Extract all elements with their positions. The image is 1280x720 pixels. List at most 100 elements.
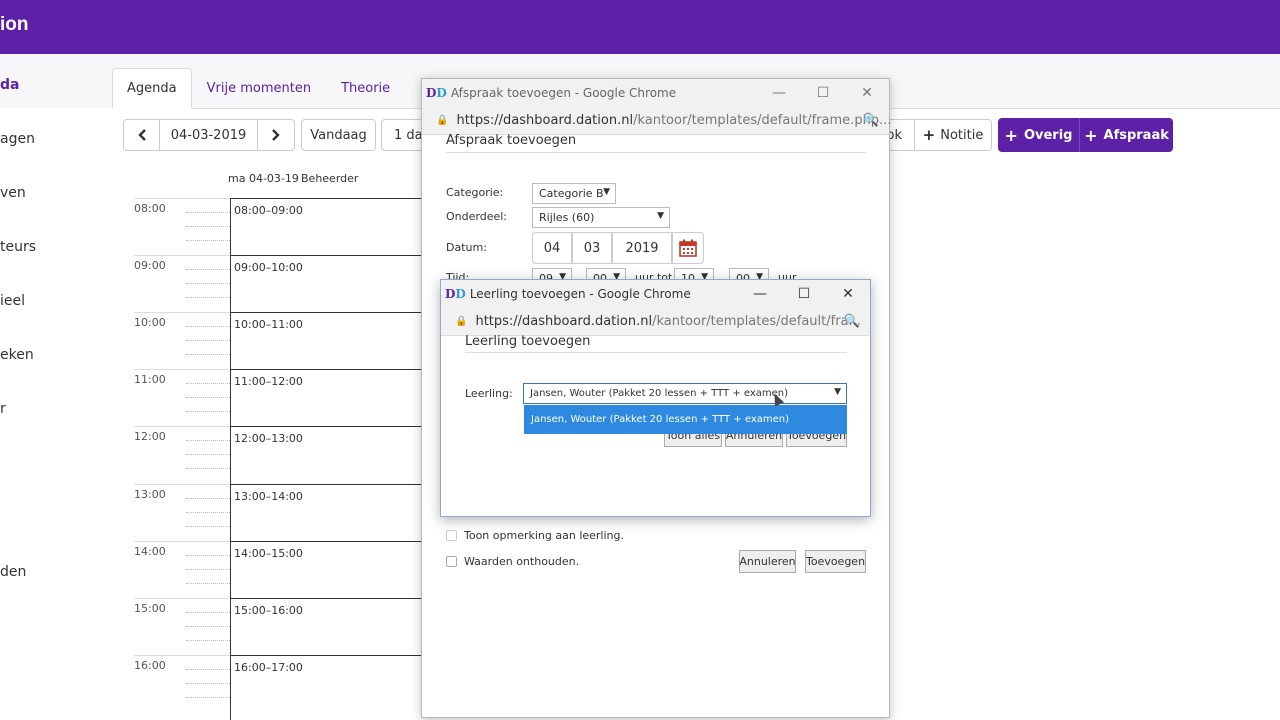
appointment-button[interactable]: + Afspraak <box>1079 118 1173 152</box>
hour-label: 16:00 <box>134 659 166 672</box>
part-select[interactable]: Rijles (60) ▼ <box>532 207 670 228</box>
hour-row: 15:00 15:00–16:00 <box>134 598 422 655</box>
window-title: Afspraak toevoegen - Google Chrome <box>450 86 677 100</box>
hour-row: 14:00 14:00–15:00 <box>134 541 422 598</box>
hour-label: 13:00 <box>134 488 166 501</box>
date-label: Datum: <box>446 241 487 254</box>
plus-icon: + <box>1004 125 1018 145</box>
other-button[interactable]: + Overig <box>998 118 1079 152</box>
date-day-input[interactable]: 04 <box>532 232 572 264</box>
category-label: Categorie: <box>446 186 504 199</box>
maximize-icon[interactable]: ☐ <box>801 79 845 107</box>
dropdown-option-student[interactable]: Jansen, Wouter (Pakket 20 lessen + TTT +… <box>524 405 847 434</box>
sidebar-item-5[interactable]: ieel <box>0 293 25 309</box>
time-slot[interactable]: 14:00–15:00 <box>234 547 303 560</box>
sidebar-item-2[interactable]: agen <box>0 131 35 147</box>
chevron-right-icon <box>272 129 280 141</box>
close-icon[interactable]: ✕ <box>826 280 870 308</box>
hour-row: 11:00 11:00–12:00 <box>134 369 422 426</box>
category-select[interactable]: Categorie B ▼ <box>532 183 616 204</box>
tab-bar: Agenda Vrije momenten Theorie Ex <box>112 68 451 109</box>
minimize-icon[interactable]: — <box>757 79 801 107</box>
window-titlebar[interactable]: DD Afspraak toevoegen - Google Chrome — … <box>422 79 889 107</box>
prev-day-button[interactable] <box>123 119 160 151</box>
show-remark-label: Toon opmerking aan leerling. <box>464 529 624 542</box>
tab-vrije-momenten[interactable]: Vrije momenten <box>192 68 326 109</box>
address-bar[interactable]: 🔒 https://dashboard.dation.nl /kantoor/t… <box>422 107 892 135</box>
plus-icon: + <box>922 126 936 144</box>
hour-label: 12:00 <box>134 430 166 443</box>
hour-label: 10:00 <box>134 316 166 329</box>
sidebar-item-8[interactable]: den <box>0 564 26 580</box>
hour-row: 12:00 12:00–13:00 <box>134 426 422 483</box>
date-year-input[interactable]: 2019 <box>612 232 672 264</box>
caret-down-icon: ▼ <box>603 187 610 197</box>
url-path: /kantoor/templates/default/fra... <box>652 314 861 329</box>
note-label: Notitie <box>940 127 984 143</box>
caret-down-icon: ▼ <box>834 387 841 397</box>
hour-row: 16:00 16:00–17:00 <box>134 655 422 712</box>
top-bar: ion <box>0 0 1280 54</box>
time-slot[interactable]: 16:00–17:00 <box>234 661 303 674</box>
sidebar-item-agenda[interactable]: da <box>0 77 19 93</box>
show-remark-checkbox[interactable] <box>446 530 457 541</box>
time-slot[interactable]: 15:00–16:00 <box>234 604 303 617</box>
form-heading: Leerling toevoegen <box>465 334 591 349</box>
zoom-icon[interactable]: 🔍 <box>844 314 860 329</box>
student-label: Leerling: <box>465 387 513 400</box>
lock-icon: 🔒 <box>455 316 468 327</box>
window-title: Leerling toevoegen - Google Chrome <box>469 287 691 301</box>
note-button[interactable]: + Notitie <box>914 119 992 151</box>
cancel-button[interactable]: Annuleren <box>739 550 796 573</box>
add-button[interactable]: Toevoegen <box>805 550 866 573</box>
window-titlebar[interactable]: DD Leerling toevoegen - Google Chrome — … <box>441 280 870 308</box>
appointment-label: Afspraak <box>1103 127 1169 143</box>
date-button[interactable]: 04-03-2019 <box>159 119 258 151</box>
hour-row: 10:00 10:00–11:00 <box>134 312 422 369</box>
url-path: /kantoor/templates/default/frame.php... <box>633 113 892 128</box>
next-day-button[interactable] <box>257 119 295 151</box>
student-select[interactable]: Jansen, Wouter (Pakket 20 lessen + TTT +… <box>523 383 847 404</box>
category-value: Categorie B <box>539 187 604 200</box>
hour-label: 14:00 <box>134 545 166 558</box>
tab-theorie[interactable]: Theorie <box>326 68 405 109</box>
other-label: Overig <box>1023 127 1073 143</box>
student-value: Jansen, Wouter (Pakket 20 lessen + TTT +… <box>530 388 789 399</box>
caret-down-icon: ▼ <box>657 211 664 221</box>
sidebar-item-4[interactable]: teurs <box>0 239 36 255</box>
dation-logo-icon: DD <box>445 287 466 301</box>
sidebar-item-3[interactable]: ven <box>0 185 26 201</box>
sidebar-item-7[interactable]: r <box>0 401 6 417</box>
hour-row: 09:00 09:00–10:00 <box>134 255 422 312</box>
tab-agenda[interactable]: Agenda <box>112 68 192 109</box>
minimize-icon[interactable]: — <box>738 280 782 308</box>
maximize-icon[interactable]: ☐ <box>782 280 826 308</box>
date-month-input[interactable]: 03 <box>572 232 612 264</box>
zoom-icon[interactable]: 🔍 <box>863 113 879 128</box>
remember-label: Waarden onthouden. <box>464 555 580 568</box>
time-slot[interactable]: 11:00–12:00 <box>234 375 303 388</box>
today-button[interactable]: Vandaag <box>301 119 376 151</box>
lock-icon: 🔒 <box>436 115 449 126</box>
time-slot[interactable]: 13:00–14:00 <box>234 490 303 503</box>
calendar-button[interactable] <box>672 232 704 264</box>
dation-logo-icon: DD <box>426 86 447 100</box>
student-popup-window: DD Leerling toevoegen - Google Chrome — … <box>440 279 871 517</box>
hour-row: 08:00 08:00–09:00 <box>134 198 422 255</box>
hour-label: 08:00 <box>134 202 166 215</box>
time-slot[interactable]: 08:00–09:00 <box>234 204 303 217</box>
heading-divider <box>465 352 847 353</box>
resource-header: Beheerder <box>301 172 359 185</box>
time-slot[interactable]: 10:00–11:00 <box>234 318 303 331</box>
address-bar[interactable]: 🔒 https://dashboard.dation.nl /kantoor/t… <box>441 308 870 336</box>
app-logo[interactable]: ion <box>0 14 29 36</box>
time-slot[interactable]: 12:00–13:00 <box>234 432 303 445</box>
chevron-left-icon <box>137 129 146 141</box>
sidebar-item-6[interactable]: eken <box>0 347 34 363</box>
form-heading: Afspraak toevoegen <box>446 133 577 148</box>
hour-label: 15:00 <box>134 602 166 615</box>
remember-checkbox[interactable] <box>446 556 457 567</box>
plus-icon: + <box>1084 125 1098 145</box>
close-icon[interactable]: ✕ <box>845 79 889 107</box>
time-slot[interactable]: 09:00–10:00 <box>234 261 303 274</box>
